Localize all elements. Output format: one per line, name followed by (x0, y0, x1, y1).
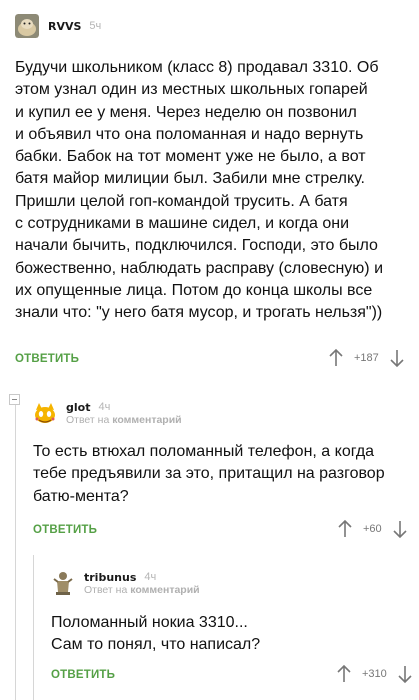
vote-score: +310 (362, 668, 387, 680)
comment-body-line: с сотрудниками в машине сидел, и когда о… (15, 215, 350, 233)
vote-controls: +60 (336, 519, 409, 539)
reply-button[interactable]: ОТВЕТИТЬ (51, 669, 115, 681)
avatar-hamster-icon[interactable] (15, 14, 39, 38)
comment-body-line: их опущенные лица. Потом до конца школы … (15, 281, 373, 299)
vote-controls: +187 (327, 348, 406, 368)
comment-3-header: tribunus 4ч Ответ на комментарий (50, 570, 200, 596)
comment-body-line: знали что: "у него батя мусор, и трогать… (15, 304, 383, 322)
arrow-up-icon[interactable] (336, 519, 354, 539)
comment-2-header: glot 4ч Ответ на комментарий (32, 400, 182, 426)
reply-to-label: Ответ на комментарий (84, 583, 200, 596)
comment-body-line: Поломанный нокиа 3310... (51, 614, 248, 631)
thread-line (15, 405, 16, 700)
comment-body-line: и купил ее у меня. Через неделю он позво… (15, 103, 357, 121)
comment-body-line: начали бычить, подключился. Господи, это… (15, 237, 378, 255)
comment-body-line: Сам то понял, что написал? (51, 636, 261, 654)
comment-body-line: То есть втюхал поломанный телефон, а ког… (33, 443, 375, 460)
avatar-statue-icon[interactable] (50, 570, 76, 596)
collapse-icon[interactable] (9, 394, 20, 405)
comment-author[interactable]: glot (66, 401, 90, 414)
comment-body-line: этом узнал один из местных школьных гопа… (15, 81, 368, 99)
comment-time: 4ч (144, 571, 157, 583)
arrow-down-icon[interactable] (391, 519, 409, 539)
comment-author[interactable]: tribunus (84, 571, 136, 584)
vote-score: +60 (363, 523, 382, 535)
reply-to-label: Ответ на комментарий (66, 413, 182, 426)
comment-body: То есть втюхал поломанный телефон, а ког… (33, 441, 413, 508)
comment-body-line: божественно, наблюдать расправу (словесн… (15, 259, 384, 277)
comment-body-line: батю-мента? (33, 487, 129, 505)
comment-body-line: Пришли целой гоп-командой трусить. А бат… (15, 192, 348, 210)
arrow-up-icon[interactable] (335, 664, 353, 684)
reply-button[interactable]: ОТВЕТИТЬ (15, 353, 79, 365)
comment-time: 5ч (89, 20, 102, 32)
vote-score: +187 (354, 352, 379, 364)
comment-time: 4ч (98, 401, 111, 413)
comment-body: Будучи школьником (класс 8) продавал 331… (15, 57, 415, 325)
arrow-down-icon[interactable] (396, 664, 414, 684)
avatar-cat-emoji-icon[interactable] (32, 400, 58, 426)
comment-body-line: Будучи школьником (класс 8) продавал 331… (15, 59, 379, 76)
vote-controls: +310 (335, 664, 414, 684)
comment-body-line: и объявил что она поломанная и надо верн… (15, 125, 364, 143)
arrow-up-icon[interactable] (327, 348, 345, 368)
reply-to-link[interactable]: комментарий (130, 584, 199, 596)
thread-line (33, 555, 34, 700)
comment-body: Поломанный нокиа 3310... Сам то понял, ч… (51, 612, 411, 657)
comment-1-header: RVVS 5ч (15, 14, 101, 38)
arrow-down-icon[interactable] (388, 348, 406, 368)
comment-body-line: батя майор милиции был. Забили мне стрел… (15, 170, 365, 188)
comment-body-line: бабки. Бабок на тот момент уже не было, … (15, 148, 366, 166)
comment-author[interactable]: RVVS (48, 20, 81, 33)
reply-to-link[interactable]: комментарий (112, 414, 181, 426)
reply-button[interactable]: ОТВЕТИТЬ (33, 524, 97, 536)
comment-body-line: тебе предъявили за это, притащил на разг… (33, 465, 385, 483)
